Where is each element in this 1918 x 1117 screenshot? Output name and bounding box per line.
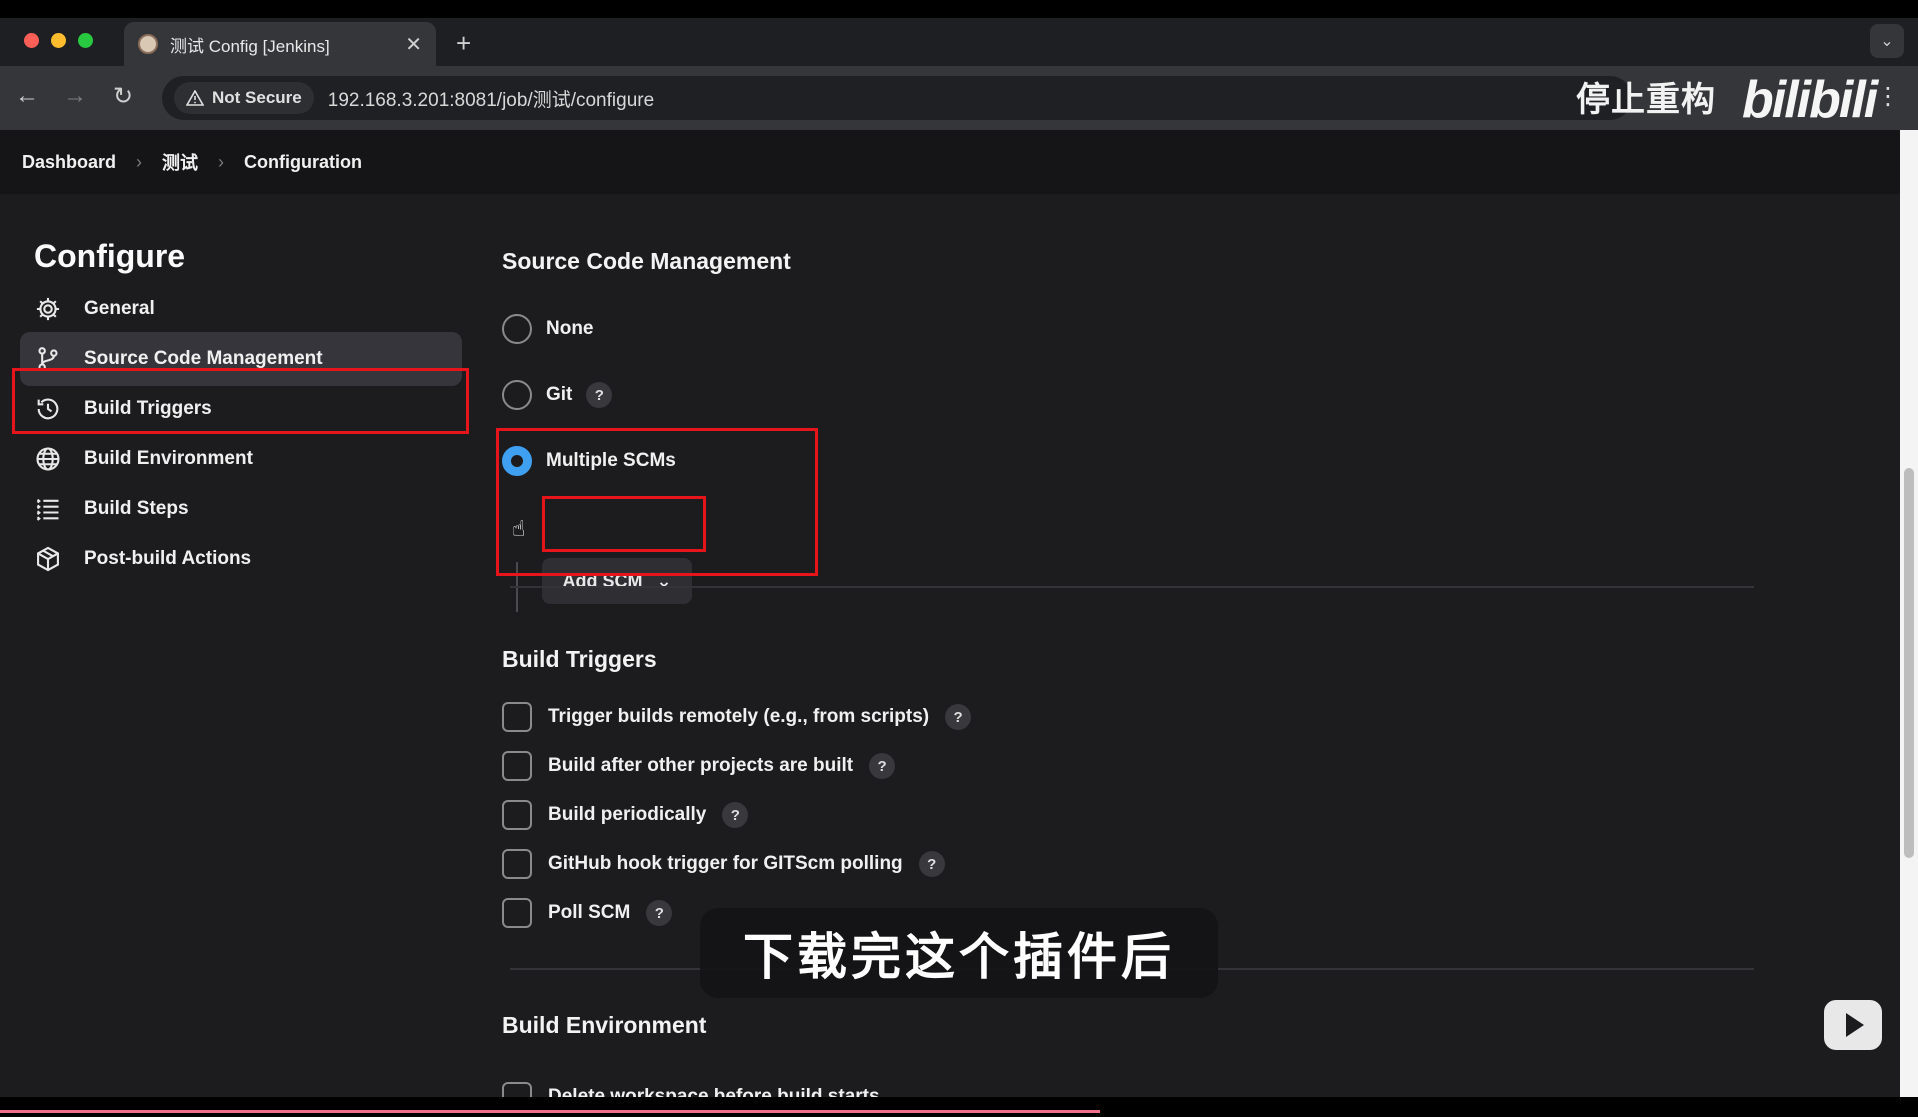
checkbox-github-hook[interactable]: GitHub hook trigger for GITScm polling ? [502,849,945,879]
section-title-build-triggers: Build Triggers [502,646,657,672]
bilibili-tv-icon [1824,1000,1882,1050]
checkbox[interactable] [502,1082,532,1097]
checkbox-build-periodically[interactable]: Build periodically ? [502,800,749,830]
checkbox-label: Delete workspace before build starts [548,1086,880,1097]
checkbox-label: GitHub hook trigger for GITScm polling [548,853,903,874]
section-title-build-environment: Build Environment [502,1012,707,1038]
help-icon[interactable]: ? [646,900,673,926]
breadcrumb-dashboard[interactable]: Dashboard [22,152,116,173]
sidebar-item-label: Source Code Management [84,348,323,369]
radio-button[interactable] [502,314,532,344]
browser-tab-strip: 测试 Config [Jenkins] ✕ + ⌄ [0,0,1918,66]
url-text: 192.168.3.201:8081/job/测试/configure [327,89,655,111]
close-window-button[interactable] [24,33,39,48]
warning-triangle-icon [186,90,204,106]
back-arrow-icon[interactable]: ← [12,82,42,110]
security-label: Not Secure [212,88,302,107]
help-icon[interactable]: ? [869,753,896,779]
breadcrumb-job[interactable]: 测试 [162,149,198,175]
scrollbar-thumb[interactable] [1904,468,1914,858]
maximize-window-button[interactable] [78,33,93,48]
browser-tab[interactable]: 测试 Config [Jenkins] ✕ [124,22,436,66]
checkbox-label: Poll SCM [548,902,631,923]
checkbox-build-after-other[interactable]: Build after other projects are built ? [502,751,896,781]
package-icon [34,545,62,573]
checkbox[interactable] [502,898,532,928]
section-title-scm: Source Code Management [502,248,791,274]
checkbox-delete-workspace[interactable]: Delete workspace before build starts [502,1082,880,1097]
help-icon[interactable]: ? [945,704,972,730]
sidebar-item-build-steps[interactable]: Build Steps [20,482,462,536]
help-icon[interactable]: ? [586,382,613,408]
forward-arrow-icon[interactable]: → [60,82,90,110]
sidebar-title: Configure [34,238,186,274]
sidebar-item-label: Post-build Actions [84,548,252,569]
tab-search-chevron-icon[interactable]: ⌄ [1870,24,1904,58]
help-icon[interactable]: ? [918,851,945,877]
checkbox[interactable] [502,702,532,732]
address-bar-row: ← → ↻ Not Secure 192.168.3.201:8081/job/… [0,66,1918,130]
video-bottom-strip [0,1097,1918,1117]
radio-option-none[interactable]: None [502,314,594,344]
reload-icon[interactable]: ↻ [108,82,138,111]
tab-title: 测试 Config [Jenkins] [170,36,330,56]
bilibili-logo: bilibili [1742,71,1878,129]
jenkins-favicon-icon [138,34,158,54]
checkbox[interactable] [502,849,532,879]
highlight-box-add-scm [542,496,706,552]
radio-label: Git [546,384,573,405]
minimize-window-button[interactable] [51,33,66,48]
breadcrumb: Dashboard › 测试 › Configuration [0,130,1900,194]
radio-option-git[interactable]: Git ? [502,380,613,410]
sidebar-item-general[interactable]: General [20,282,462,336]
checkbox-label: Trigger builds remotely (e.g., from scri… [548,706,930,727]
video-subtitle: 下载完这个插件后 [700,908,1218,998]
section-divider [510,586,1754,588]
checkbox-trigger-remotely[interactable]: Trigger builds remotely (e.g., from scri… [502,702,972,732]
video-progress-bar[interactable] [0,1110,1100,1113]
uploader-watermark: 停止重构 [1576,81,1716,119]
highlight-box-sidebar [12,368,469,434]
sidebar-item-label: Build Environment [84,448,253,469]
radio-label: None [546,318,594,339]
tab-close-icon[interactable]: ✕ [405,32,422,57]
chevron-right-icon: › [136,151,143,172]
window-controls [24,33,93,48]
checkbox[interactable] [502,800,532,830]
browser-menu-icon[interactable]: ⋮ [1876,82,1900,111]
list-icon [34,495,62,523]
page-scrollbar[interactable] [1900,130,1918,1097]
checkbox[interactable] [502,751,532,781]
help-icon[interactable]: ? [722,802,749,828]
sidebar-item-post-build-actions[interactable]: Post-build Actions [20,532,462,586]
checkbox-poll-scm[interactable]: Poll SCM ? [502,898,673,928]
gear-icon [34,295,62,323]
radio-button[interactable] [502,380,532,410]
configure-sidebar: Configure General Source Code Management… [0,194,480,1097]
breadcrumb-configuration[interactable]: Configuration [244,152,362,173]
security-indicator[interactable]: Not Secure [174,82,314,114]
chevron-right-icon: › [218,151,225,172]
new-tab-button[interactable]: + [456,28,471,59]
url-omnibox[interactable]: Not Secure 192.168.3.201:8081/job/测试/con… [162,76,1632,120]
checkbox-label: Build after other projects are built [548,755,854,776]
sidebar-item-build-environment[interactable]: Build Environment [20,432,462,486]
globe-icon [34,445,62,473]
checkbox-label: Build periodically [548,804,707,825]
sidebar-item-label: General [84,298,155,319]
sidebar-item-label: Build Steps [84,498,189,519]
